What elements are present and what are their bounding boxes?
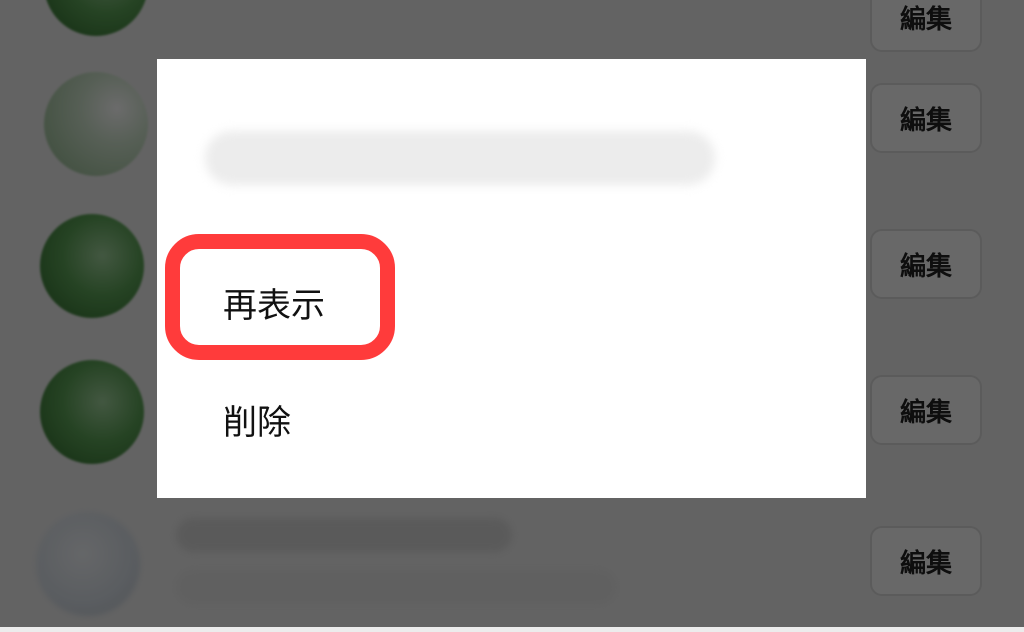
dialog-title-blurred xyxy=(205,131,715,185)
menu-item-reshow[interactable]: 再表示 xyxy=(223,289,325,323)
context-menu-dialog: 再表示 削除 xyxy=(157,59,866,498)
menu-item-delete[interactable]: 削除 xyxy=(223,406,291,440)
